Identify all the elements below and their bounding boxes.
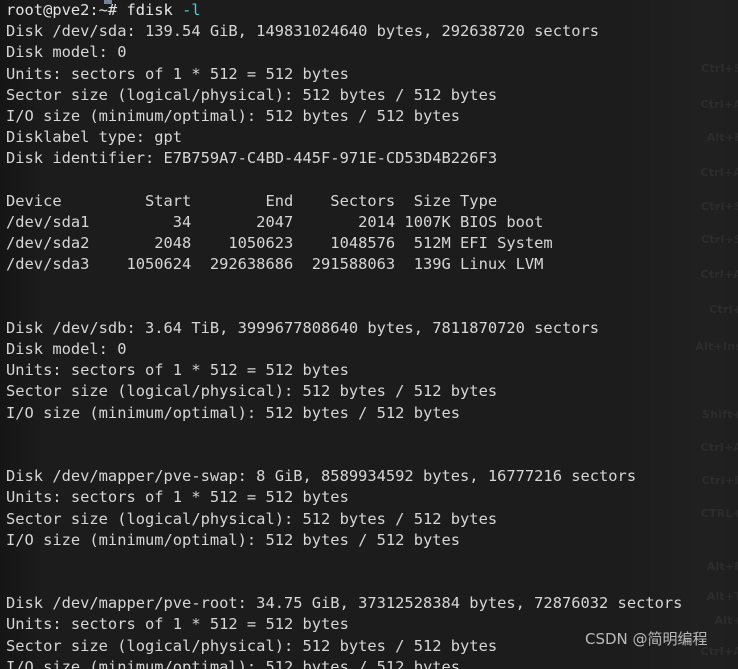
output-line: Disklabel type: gpt: [6, 128, 183, 147]
output-line: I/O size (minimum/optimal): 512 bytes / …: [6, 106, 461, 125]
output-line: Units: sectors of 1 * 512 = 512 bytes: [6, 488, 349, 507]
output-line: Sector size (logical/physical): 512 byte…: [6, 636, 498, 655]
output-line: /dev/sda2 2048 1050623 1048576 512M EFI …: [6, 234, 553, 253]
terminal-output[interactable]: root@pve2:~# fdisk -l Disk /dev/sda: 139…: [0, 0, 738, 669]
command-name: fdisk: [117, 1, 173, 19]
output-line: Disk /dev/sdb: 3.64 TiB, 3999677808640 b…: [6, 318, 600, 337]
output-line: /dev/sda3 1050624 292638686 291588063 13…: [6, 255, 544, 274]
output-blank-line: [0, 297, 738, 318]
output-line: Disk /dev/mapper/pve-root: 34.75 GiB, 37…: [6, 594, 683, 613]
output-line: Units: sectors of 1 * 512 = 512 bytes: [6, 64, 349, 83]
output-line: Disk identifier: E7B759A7-C4BD-445F-971E…: [6, 149, 498, 168]
terminal-window: root@pve2:~# fdisk -l Disk /dev/sda: 139…: [0, 0, 738, 669]
output-blank-line: [0, 170, 738, 191]
output-line: I/O size (minimum/optimal): 512 bytes / …: [6, 530, 461, 549]
command-line: root@pve2:~# fdisk -l: [0, 0, 738, 21]
output-line: Disk model: 0: [6, 43, 127, 62]
output-blank-line: [0, 572, 738, 593]
output-blank-line: [0, 275, 738, 296]
output-line: Units: sectors of 1 * 512 = 512 bytes: [6, 361, 349, 380]
output-line: Disk /dev/sda: 139.54 GiB, 149831024640 …: [6, 22, 600, 41]
output-line: Sector size (logical/physical): 512 byte…: [6, 382, 498, 401]
command-flag: -l: [172, 1, 201, 19]
output-blank-line: [0, 445, 738, 466]
shell-prompt: root@pve2:~#: [6, 1, 118, 19]
output-blank-line: [0, 551, 738, 572]
output-line: Units: sectors of 1 * 512 = 512 bytes: [6, 615, 349, 634]
output-line: Device Start End Sectors Size Type: [6, 191, 498, 210]
output-line: /dev/sda1 34 2047 2014 1007K BIOS boot: [6, 212, 544, 231]
output-line: I/O size (minimum/optimal): 512 bytes / …: [6, 403, 461, 422]
output-line: Sector size (logical/physical): 512 byte…: [6, 509, 498, 528]
output-line: Disk /dev/mapper/pve-swap: 8 GiB, 858993…: [6, 467, 637, 486]
output-line: Sector size (logical/physical): 512 byte…: [6, 85, 498, 104]
output-line: Disk model: 0: [6, 340, 127, 358]
output-line-list: Disk /dev/sda: 139.54 GiB, 149831024640 …: [0, 21, 738, 669]
output-line: I/O size (minimum/optimal): 512 bytes / …: [6, 657, 461, 669]
output-blank-line: [0, 424, 738, 445]
